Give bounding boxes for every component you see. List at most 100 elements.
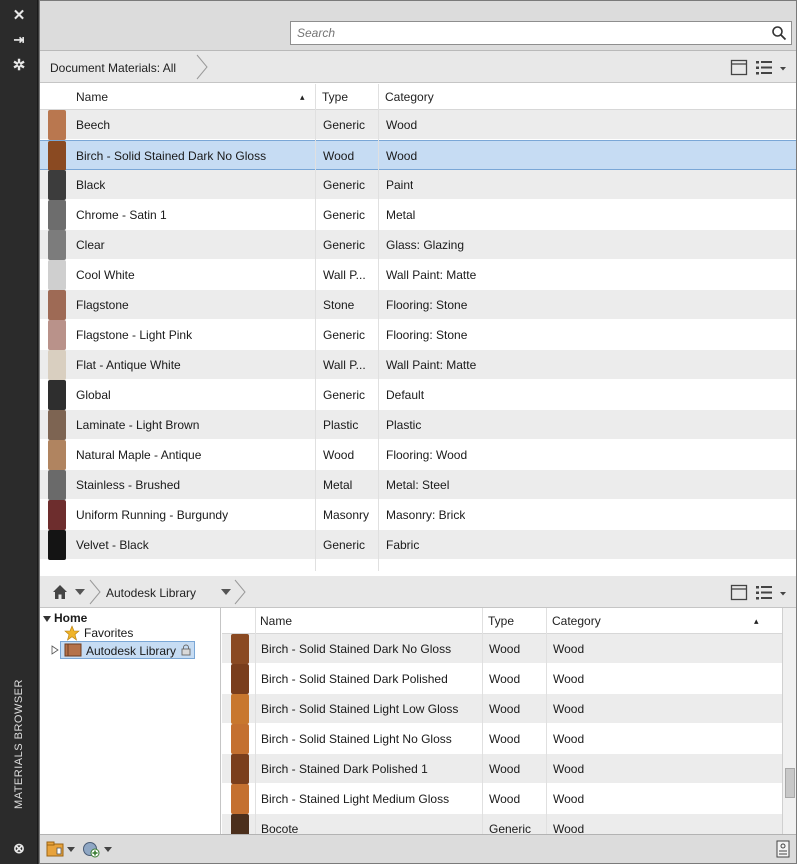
chevron-down-icon[interactable] [104, 847, 112, 853]
table-row[interactable]: Birch - Stained Dark Polished 1 Wood Wood [222, 754, 796, 784]
table-row[interactable]: Birch - Solid Stained Dark Polished Wood W… [222, 664, 796, 694]
cell-category: Wood [553, 762, 585, 776]
cell-category: Wood [553, 732, 585, 746]
home-icon[interactable] [52, 584, 68, 600]
cell-name: Birch - Solid Stained Light No Gloss [261, 732, 452, 746]
chevron-down-icon[interactable] [220, 587, 232, 597]
cell-type: Wood [489, 672, 521, 686]
table-row[interactable]: Birch - Solid Stained Light Low Gloss Woo… [222, 694, 796, 724]
column-header-category[interactable]: Category [552, 608, 601, 634]
column-header-type[interactable]: Type [488, 608, 514, 634]
cell-category: Wall Paint: Matte [386, 358, 477, 372]
cell-type: Wall P... [323, 268, 366, 282]
column-divider [482, 608, 483, 834]
cell-name: Birch - Stained Light Medium Gloss [261, 792, 450, 806]
table-row[interactable]: Velvet - Black Generic Fabric [40, 530, 796, 560]
search-box[interactable] [290, 21, 792, 45]
table-row[interactable]: Beech Generic Wood [40, 110, 796, 140]
material-swatch-icon [48, 380, 66, 410]
cell-name: Flat - Antique White [76, 358, 181, 372]
column-divider [255, 608, 256, 834]
column-header-type[interactable]: Type [322, 84, 348, 110]
cell-category: Wood [386, 118, 418, 132]
cell-type: Wood [489, 762, 521, 776]
cell-name: Clear [76, 238, 105, 252]
document-materials-filter[interactable]: Document Materials: All [50, 57, 176, 79]
cell-name: Cool White [76, 268, 135, 282]
breadcrumb-chevron-icon [234, 579, 246, 605]
cell-category: Wood [553, 672, 585, 686]
autohide-icon[interactable]: ⇥ [6, 30, 32, 50]
collapse-arrow-icon[interactable] [51, 645, 59, 655]
table-row[interactable]: Birch - Solid Stained Light No Gloss Wood… [222, 724, 796, 754]
chevron-down-icon[interactable] [74, 587, 86, 597]
table-row[interactable]: Clear Generic Glass: Glazing [40, 230, 796, 260]
table-row[interactable]: Black Generic Paint [40, 170, 796, 200]
properties-icon[interactable]: ✲ [6, 56, 32, 76]
material-swatch-icon [231, 694, 249, 724]
cell-type: Generic [323, 208, 366, 222]
search-input[interactable] [291, 22, 761, 44]
search-icon[interactable] [771, 25, 787, 41]
cell-type: Wood [323, 448, 355, 462]
close-icon[interactable]: ✕ [6, 6, 32, 26]
cell-name: Birch - Solid Stained Dark Polished [261, 672, 448, 686]
vertical-scrollbar[interactable] [782, 608, 796, 834]
cell-category: Masonry: Brick [386, 508, 466, 522]
cell-name: Birch - Solid Stained Light Low Gloss [261, 702, 459, 716]
column-header-category[interactable]: Category [385, 84, 434, 110]
palette-title: MATERIALS BROWSER [13, 679, 25, 809]
column-divider [315, 84, 316, 571]
palette-menu-icon[interactable]: ⊗ [6, 838, 32, 858]
create-material-icon[interactable] [82, 840, 100, 858]
cell-type: Wood [489, 702, 521, 716]
library-breadcrumb[interactable]: Autodesk Library [106, 582, 196, 604]
table-row[interactable]: Uniform Running - Burgundy Masonry Masonry… [40, 500, 796, 530]
manage-library-icon[interactable] [46, 841, 64, 857]
table-row[interactable]: Birch - Stained Light Medium Gloss Wood Wo… [222, 784, 796, 814]
cell-category: Wood [553, 822, 585, 834]
cell-category: Glass: Glazing [386, 238, 465, 252]
table-row[interactable]: Birch - Solid Stained Dark No Gloss Wood W… [222, 634, 796, 664]
cell-type: Generic [323, 238, 366, 252]
cell-type: Wood [323, 149, 355, 163]
table-row[interactable]: Stainless - Brushed Metal Metal: Steel [40, 470, 796, 500]
table-row[interactable]: Chrome - Satin 1 Generic Metal [40, 200, 796, 230]
table-row[interactable]: Flagstone Stone Flooring: Stone [40, 290, 796, 320]
cell-category: Flooring: Stone [386, 328, 468, 342]
scrollbar-thumb[interactable] [785, 768, 795, 798]
tree-node-favorites[interactable]: Favorites [84, 624, 133, 642]
material-swatch-icon [48, 500, 66, 530]
expand-arrow-icon[interactable] [42, 614, 52, 624]
material-swatch-icon [231, 724, 249, 754]
cell-category: Wood [553, 642, 585, 656]
table-row[interactable]: Bocote Generic Wood [222, 814, 796, 834]
tree-node-autodesk-library[interactable]: Autodesk Library [86, 642, 176, 660]
cell-name: Uniform Running - Burgundy [76, 508, 229, 522]
table-row[interactable]: Natural Maple - Antique Wood Flooring: Woo… [40, 440, 796, 470]
cell-type: Masonry [323, 508, 370, 522]
column-header-name[interactable]: Name [260, 608, 292, 634]
view-options-icon[interactable] [730, 583, 792, 603]
materials-editor-icon[interactable] [776, 840, 790, 858]
table-row[interactable]: Flat - Antique White Wall P... Wall Paint:… [40, 350, 796, 380]
cell-name: Beech [76, 118, 111, 132]
table-row[interactable]: Cool White Wall P... Wall Paint: Matte [40, 260, 796, 290]
material-swatch-icon [48, 440, 66, 470]
library-book-icon [64, 643, 82, 657]
breadcrumb-chevron-icon [196, 54, 208, 80]
column-header-name[interactable]: Name [76, 84, 108, 110]
table-row[interactable]: Flagstone - Light Pink Generic Flooring: S… [40, 320, 796, 350]
table-row[interactable]: Laminate - Light Brown Plastic Plastic [40, 410, 796, 440]
sort-ascending-icon: ▴ [754, 616, 759, 626]
table-row[interactable]: Birch - Solid Stained Dark No Gloss Wood W… [40, 140, 796, 171]
chevron-down-icon[interactable] [67, 847, 75, 853]
cell-name: Bocote [261, 822, 299, 834]
cell-type: Generic [323, 178, 366, 192]
view-options-icon[interactable] [730, 58, 792, 78]
cell-type: Plastic [323, 418, 359, 432]
table-row[interactable]: Global Generic Default [40, 380, 796, 410]
library-header: Autodesk Library [40, 576, 796, 608]
material-swatch-icon [48, 530, 66, 560]
library-tree: Home Favorites Autodesk Library [40, 608, 221, 834]
